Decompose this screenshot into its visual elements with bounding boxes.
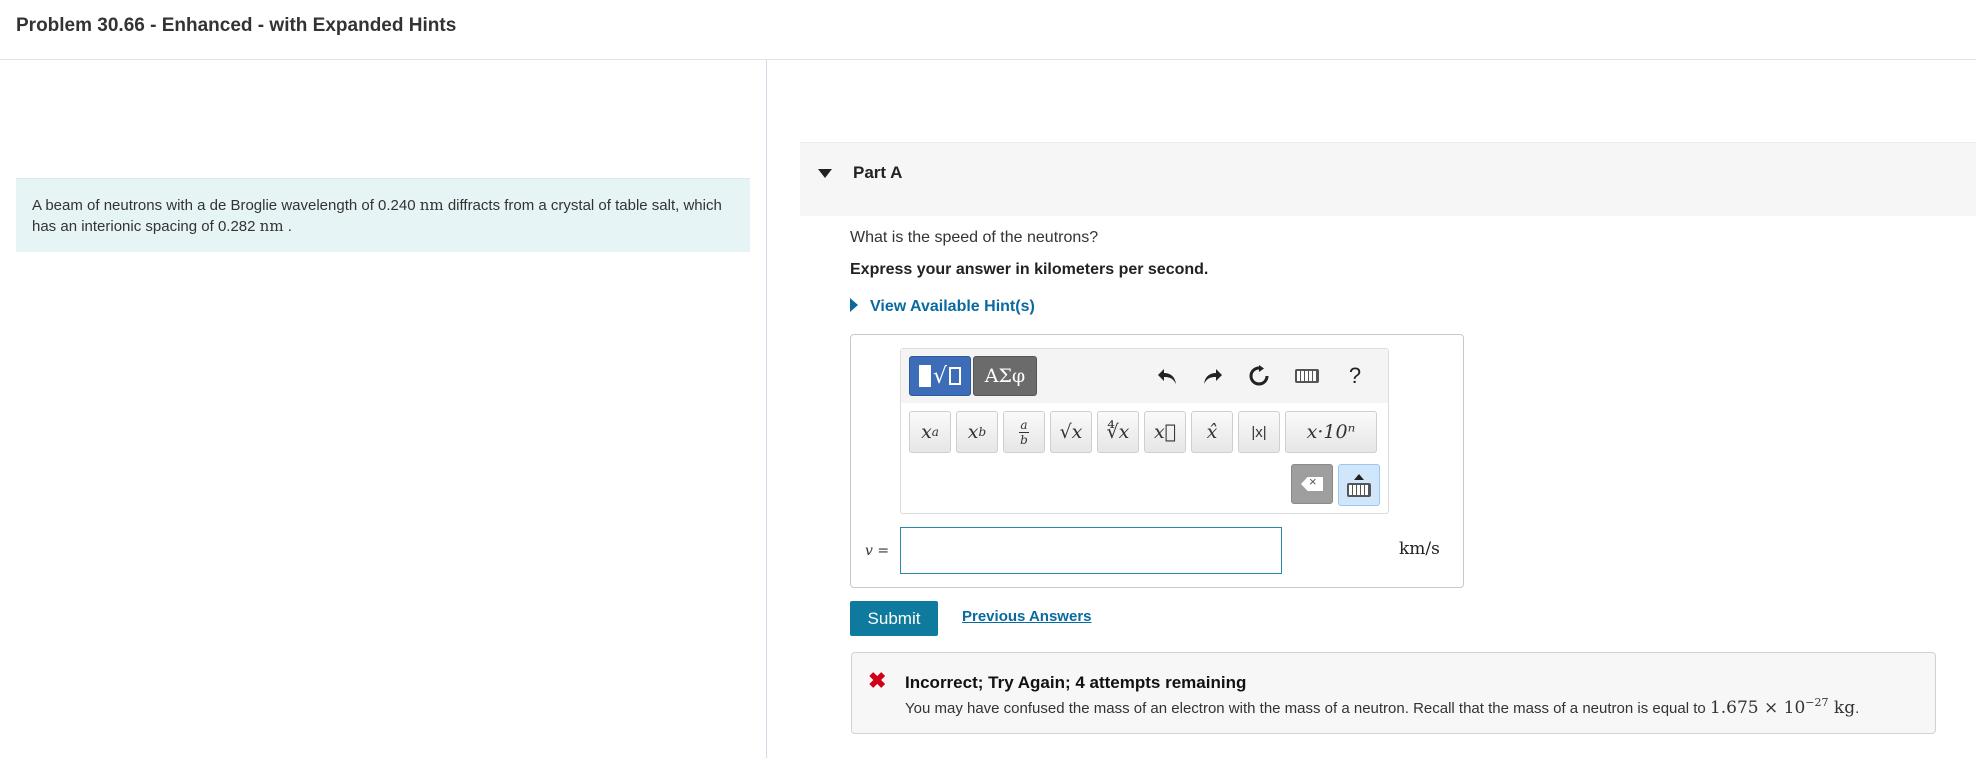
subscript-base: x xyxy=(967,421,979,443)
error-x-icon: ✖ xyxy=(868,668,887,693)
toolbar-top-row: √ ΑΣφ ? xyxy=(901,349,1388,403)
fraction-button[interactable]: ab xyxy=(1003,411,1045,453)
answer-variable: v xyxy=(865,543,873,559)
fraction-icon: ab xyxy=(1019,417,1029,447)
answer-input[interactable] xyxy=(900,527,1282,574)
vector-button[interactable]: x⃗ xyxy=(1144,411,1186,453)
feedback-text: You may have confused the mass of an ele… xyxy=(905,700,1710,717)
problem-text-3: . xyxy=(283,218,292,235)
neutron-mass: 1.675 × 10−27 kg xyxy=(1709,696,1856,718)
feedback-status: Incorrect; Try Again; 4 attempts remaini… xyxy=(905,673,1247,692)
keyboard-shortcuts-icon[interactable] xyxy=(1293,362,1321,390)
reset-icon[interactable] xyxy=(1245,362,1273,390)
problem-statement: A beam of neutrons with a de Broglie wav… xyxy=(16,178,750,252)
templates-icon: √ xyxy=(918,364,962,389)
expand-caret-icon xyxy=(850,298,858,312)
scientific-notation-button[interactable]: x·10ⁿ xyxy=(1285,411,1377,453)
answer-unit: km/s xyxy=(1399,539,1440,559)
superscript-exp: a xyxy=(931,425,939,439)
superscript-base: x xyxy=(921,421,932,443)
problem-unit-1: nm xyxy=(419,196,444,214)
symbols-tab[interactable]: ΑΣφ xyxy=(973,356,1037,396)
pane-divider xyxy=(766,60,767,758)
hints-label: View Available Hint(s) xyxy=(870,298,1035,315)
nth-root-button[interactable]: ∜x xyxy=(1097,411,1139,453)
help-icon[interactable]: ? xyxy=(1341,362,1369,390)
part-title: Part A xyxy=(853,163,903,182)
redo-icon[interactable] xyxy=(1199,362,1227,390)
subscript-sub: b xyxy=(978,425,987,439)
arrow-up-icon xyxy=(1354,473,1364,480)
page-title: Problem 30.66 - Enhanced - with Expanded… xyxy=(16,15,457,36)
view-hints-link[interactable]: View Available Hint(s) xyxy=(850,298,1035,316)
math-toolbar: √ ΑΣφ ? xa xb ab √x ∜x x⃗ x̂ |x| x·10ⁿ × xyxy=(900,348,1389,514)
page-header: Problem 30.66 - Enhanced - with Expanded… xyxy=(0,0,1976,60)
keyboard-toggle-button[interactable] xyxy=(1338,464,1380,506)
answer-panel: √ ΑΣφ ? xa xb ab √x ∜x x⃗ x̂ |x| x·10ⁿ ×… xyxy=(850,334,1464,588)
unit-vector-button[interactable]: x̂ xyxy=(1191,411,1233,453)
feedback-text-end: . xyxy=(1855,700,1860,717)
sqrt-button[interactable]: √x xyxy=(1050,411,1092,453)
backspace-button[interactable]: × xyxy=(1291,464,1333,504)
keyboard-icon xyxy=(1347,482,1371,497)
problem-text-1: A beam of neutrons with a de Broglie wav… xyxy=(32,197,420,214)
part-a-header[interactable]: Part A xyxy=(800,142,1976,216)
superscript-button[interactable]: xa xyxy=(909,411,951,453)
templates-tab[interactable]: √ xyxy=(909,356,971,396)
undo-icon[interactable] xyxy=(1153,362,1181,390)
previous-answers-link[interactable]: Previous Answers xyxy=(962,608,1092,625)
answer-variable-label: v = xyxy=(865,543,889,559)
problem-unit-2: nm xyxy=(259,217,284,235)
subscript-button[interactable]: xb xyxy=(956,411,998,453)
equals-sign: = xyxy=(872,543,890,559)
backspace-icon: × xyxy=(1301,477,1323,491)
question-prompt: What is the speed of the neutrons? xyxy=(850,229,1099,246)
question-instruction: Express your answer in kilometers per se… xyxy=(850,261,1209,278)
feedback-message: You may have confused the mass of an ele… xyxy=(905,696,1859,718)
collapse-caret-icon[interactable] xyxy=(818,169,832,178)
absolute-value-button[interactable]: |x| xyxy=(1238,411,1280,453)
feedback-panel: ✖ Incorrect; Try Again; 4 attempts remai… xyxy=(851,652,1936,734)
submit-button[interactable]: Submit xyxy=(850,601,938,636)
